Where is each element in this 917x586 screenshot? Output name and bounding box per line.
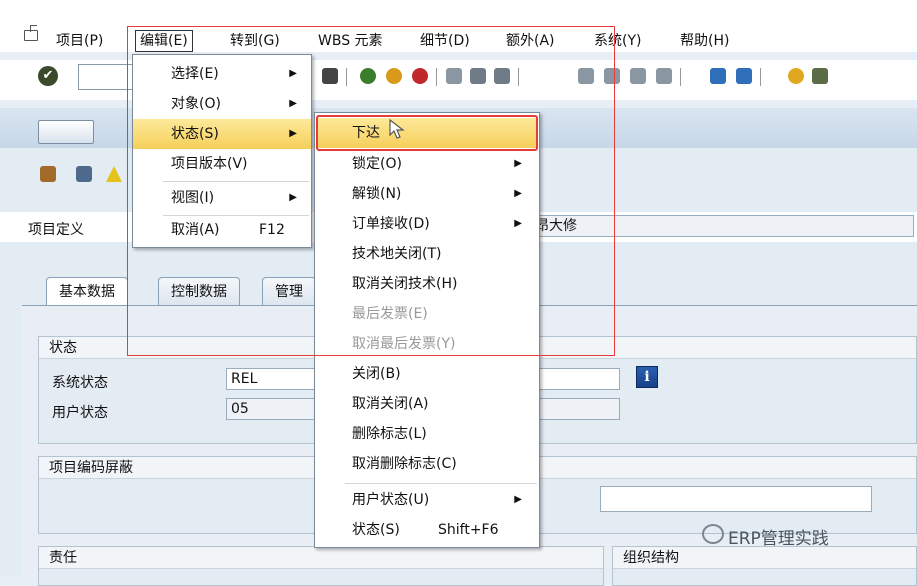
menu-item-cancel-close[interactable]: 取消关闭(A) xyxy=(318,389,536,419)
menu-separator xyxy=(345,483,537,484)
hierarchy-icon[interactable] xyxy=(76,166,92,182)
menu-item-cancel-deletion-flag[interactable]: 取消删除标志(C) xyxy=(318,449,536,479)
wechat-logo-icon xyxy=(702,524,724,544)
layout-menu-icon[interactable] xyxy=(812,68,828,84)
project-definition-label: 项目定义 xyxy=(28,222,84,238)
organization-group: 组织结构 xyxy=(612,546,917,586)
watermark: ERP管理实践 xyxy=(728,529,829,549)
structure-icon[interactable] xyxy=(40,166,56,182)
system-status-label: 系统状态 xyxy=(52,375,108,391)
status-info-button[interactable]: i xyxy=(636,366,658,388)
enter-check-icon[interactable]: ✔ xyxy=(38,66,58,86)
toolbar-separator xyxy=(760,68,761,86)
user-status-value: 05 xyxy=(231,401,249,417)
responsibility-title: 责任 xyxy=(39,547,603,569)
last-page-icon[interactable] xyxy=(656,68,672,84)
system-menu-icon[interactable] xyxy=(24,25,38,41)
menu-item-deletion-flag[interactable]: 删除标志(L) xyxy=(318,419,536,449)
menu-item-user-status-label: 用户状态(U) xyxy=(352,492,430,508)
user-status-label: 用户状态 xyxy=(52,405,108,421)
annotation-highlight-menu xyxy=(127,26,615,356)
menu-item-close[interactable]: 关闭(B) xyxy=(318,359,536,389)
tab-basic-data[interactable]: 基本数据 xyxy=(46,277,128,307)
responsibility-group: 责任 xyxy=(38,546,604,586)
menu-item-status-overview[interactable]: 状态(S) Shift+F6 xyxy=(318,515,536,545)
menu-project[interactable]: 项目(P) xyxy=(52,30,107,52)
new-session-icon[interactable] xyxy=(710,68,726,84)
menu-item-user-status[interactable]: 用户状态(U) ▶ xyxy=(318,485,536,515)
mask-input[interactable] xyxy=(600,486,872,512)
system-status-value: REL xyxy=(231,371,258,387)
next-page-icon[interactable] xyxy=(630,68,646,84)
menu-item-cancel-deletion-flag-label: 取消删除标志(C) xyxy=(352,456,457,472)
shortcut-icon[interactable] xyxy=(736,68,752,84)
submenu-arrow-icon: ▶ xyxy=(514,494,522,505)
menu-item-close-label: 关闭(B) xyxy=(352,366,401,382)
menu-item-status-shortcut: Shift+F6 xyxy=(438,522,499,538)
toolbar-separator xyxy=(680,68,681,86)
menu-help[interactable]: 帮助(H) xyxy=(676,30,733,52)
organization-title: 组织结构 xyxy=(613,547,916,569)
annotation-highlight-release xyxy=(316,115,538,151)
menu-item-cancel-close-label: 取消关闭(A) xyxy=(352,396,429,412)
help-icon[interactable] xyxy=(788,68,804,84)
menu-item-status-overview-label: 状态(S) xyxy=(352,522,400,538)
menu-item-deletion-flag-label: 删除标志(L) xyxy=(352,426,427,442)
display-change-button[interactable] xyxy=(38,120,94,144)
